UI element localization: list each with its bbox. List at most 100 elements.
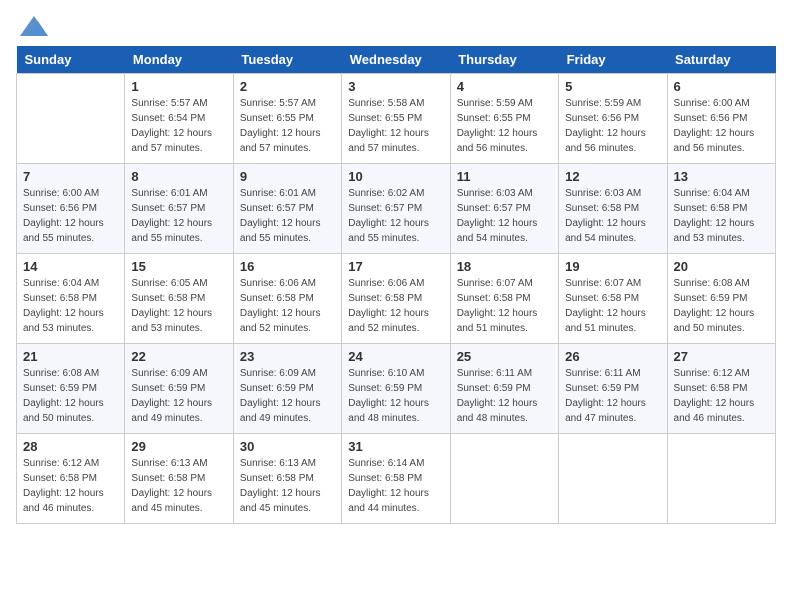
weekday-header-monday: Monday — [125, 46, 233, 74]
day-number: 6 — [674, 79, 769, 94]
day-info: Sunrise: 6:07 AM Sunset: 6:58 PM Dayligh… — [457, 276, 552, 336]
calendar-cell: 13 Sunrise: 6:04 AM Sunset: 6:58 PM Dayli… — [667, 164, 775, 254]
day-number: 25 — [457, 349, 552, 364]
day-info: Sunrise: 6:09 AM Sunset: 6:59 PM Dayligh… — [240, 366, 335, 426]
day-info: Sunrise: 5:57 AM Sunset: 6:55 PM Dayligh… — [240, 96, 335, 156]
day-info: Sunrise: 6:04 AM Sunset: 6:58 PM Dayligh… — [23, 276, 118, 336]
calendar-cell: 28 Sunrise: 6:12 AM Sunset: 6:58 PM Dayli… — [17, 434, 125, 524]
calendar-cell: 11 Sunrise: 6:03 AM Sunset: 6:57 PM Dayli… — [450, 164, 558, 254]
day-number: 16 — [240, 259, 335, 274]
calendar-cell: 30 Sunrise: 6:13 AM Sunset: 6:58 PM Dayli… — [233, 434, 341, 524]
day-info: Sunrise: 5:58 AM Sunset: 6:55 PM Dayligh… — [348, 96, 443, 156]
calendar-cell: 21 Sunrise: 6:08 AM Sunset: 6:59 PM Dayli… — [17, 344, 125, 434]
day-info: Sunrise: 6:01 AM Sunset: 6:57 PM Dayligh… — [131, 186, 226, 246]
day-number: 1 — [131, 79, 226, 94]
day-info: Sunrise: 6:14 AM Sunset: 6:58 PM Dayligh… — [348, 456, 443, 516]
day-info: Sunrise: 6:05 AM Sunset: 6:58 PM Dayligh… — [131, 276, 226, 336]
day-number: 5 — [565, 79, 660, 94]
week-row-5: 28 Sunrise: 6:12 AM Sunset: 6:58 PM Dayli… — [17, 434, 776, 524]
day-info: Sunrise: 6:08 AM Sunset: 6:59 PM Dayligh… — [23, 366, 118, 426]
day-number: 30 — [240, 439, 335, 454]
calendar-cell: 31 Sunrise: 6:14 AM Sunset: 6:58 PM Dayli… — [342, 434, 450, 524]
day-number: 29 — [131, 439, 226, 454]
day-number: 24 — [348, 349, 443, 364]
day-info: Sunrise: 6:00 AM Sunset: 6:56 PM Dayligh… — [23, 186, 118, 246]
week-row-2: 7 Sunrise: 6:00 AM Sunset: 6:56 PM Daylig… — [17, 164, 776, 254]
calendar-cell: 23 Sunrise: 6:09 AM Sunset: 6:59 PM Dayli… — [233, 344, 341, 434]
day-info: Sunrise: 6:11 AM Sunset: 6:59 PM Dayligh… — [457, 366, 552, 426]
day-info: Sunrise: 6:08 AM Sunset: 6:59 PM Dayligh… — [674, 276, 769, 336]
day-number: 14 — [23, 259, 118, 274]
calendar-cell: 15 Sunrise: 6:05 AM Sunset: 6:58 PM Dayli… — [125, 254, 233, 344]
day-info: Sunrise: 6:10 AM Sunset: 6:59 PM Dayligh… — [348, 366, 443, 426]
day-info: Sunrise: 5:59 AM Sunset: 6:56 PM Dayligh… — [565, 96, 660, 156]
calendar-cell: 18 Sunrise: 6:07 AM Sunset: 6:58 PM Dayli… — [450, 254, 558, 344]
weekday-header-thursday: Thursday — [450, 46, 558, 74]
day-number: 13 — [674, 169, 769, 184]
weekday-header-sunday: Sunday — [17, 46, 125, 74]
day-number: 28 — [23, 439, 118, 454]
calendar-cell: 25 Sunrise: 6:11 AM Sunset: 6:59 PM Dayli… — [450, 344, 558, 434]
day-number: 4 — [457, 79, 552, 94]
day-number: 31 — [348, 439, 443, 454]
calendar-cell: 9 Sunrise: 6:01 AM Sunset: 6:57 PM Daylig… — [233, 164, 341, 254]
weekday-header-wednesday: Wednesday — [342, 46, 450, 74]
weekday-header-tuesday: Tuesday — [233, 46, 341, 74]
page-header — [16, 16, 776, 36]
day-number: 15 — [131, 259, 226, 274]
day-number: 23 — [240, 349, 335, 364]
day-info: Sunrise: 6:07 AM Sunset: 6:58 PM Dayligh… — [565, 276, 660, 336]
day-number: 17 — [348, 259, 443, 274]
calendar-cell: 19 Sunrise: 6:07 AM Sunset: 6:58 PM Dayli… — [559, 254, 667, 344]
weekday-header-row: SundayMondayTuesdayWednesdayThursdayFrid… — [17, 46, 776, 74]
calendar-cell — [17, 74, 125, 164]
weekday-header-friday: Friday — [559, 46, 667, 74]
day-info: Sunrise: 6:11 AM Sunset: 6:59 PM Dayligh… — [565, 366, 660, 426]
day-number: 20 — [674, 259, 769, 274]
week-row-1: 1 Sunrise: 5:57 AM Sunset: 6:54 PM Daylig… — [17, 74, 776, 164]
calendar-cell: 10Sunrise: 6:02 AM Sunset: 6:57 PM Dayli… — [342, 164, 450, 254]
weekday-header-saturday: Saturday — [667, 46, 775, 74]
day-number: 27 — [674, 349, 769, 364]
day-info: Sunrise: 6:03 AM Sunset: 6:57 PM Dayligh… — [457, 186, 552, 246]
calendar-cell: 27 Sunrise: 6:12 AM Sunset: 6:58 PM Dayli… — [667, 344, 775, 434]
day-number: 7 — [23, 169, 118, 184]
day-number: 3 — [348, 79, 443, 94]
logo — [16, 16, 48, 36]
calendar-cell: 20 Sunrise: 6:08 AM Sunset: 6:59 PM Dayli… — [667, 254, 775, 344]
day-info: Sunrise: 6:04 AM Sunset: 6:58 PM Dayligh… — [674, 186, 769, 246]
day-info: Sunrise: 6:01 AM Sunset: 6:57 PM Dayligh… — [240, 186, 335, 246]
day-number: 11 — [457, 169, 552, 184]
calendar-cell: 12Sunrise: 6:03 AM Sunset: 6:58 PM Dayli… — [559, 164, 667, 254]
day-number: 9 — [240, 169, 335, 184]
calendar-cell: 4Sunrise: 5:59 AM Sunset: 6:55 PM Daylig… — [450, 74, 558, 164]
calendar-cell: 24 Sunrise: 6:10 AM Sunset: 6:59 PM Dayli… — [342, 344, 450, 434]
logo-icon — [20, 16, 48, 36]
calendar-cell: 17 Sunrise: 6:06 AM Sunset: 6:58 PM Dayli… — [342, 254, 450, 344]
day-info: Sunrise: 5:57 AM Sunset: 6:54 PM Dayligh… — [131, 96, 226, 156]
day-number: 2 — [240, 79, 335, 94]
calendar-cell — [559, 434, 667, 524]
calendar-cell: 16 Sunrise: 6:06 AM Sunset: 6:58 PM Dayli… — [233, 254, 341, 344]
week-row-4: 21 Sunrise: 6:08 AM Sunset: 6:59 PM Dayli… — [17, 344, 776, 434]
day-number: 26 — [565, 349, 660, 364]
calendar-cell: 5 Sunrise: 5:59 AM Sunset: 6:56 PM Daylig… — [559, 74, 667, 164]
day-info: Sunrise: 6:12 AM Sunset: 6:58 PM Dayligh… — [23, 456, 118, 516]
calendar-cell: 7 Sunrise: 6:00 AM Sunset: 6:56 PM Daylig… — [17, 164, 125, 254]
calendar-cell — [450, 434, 558, 524]
day-info: Sunrise: 6:12 AM Sunset: 6:58 PM Dayligh… — [674, 366, 769, 426]
day-info: Sunrise: 6:09 AM Sunset: 6:59 PM Dayligh… — [131, 366, 226, 426]
day-info: Sunrise: 6:03 AM Sunset: 6:58 PM Dayligh… — [565, 186, 660, 246]
day-number: 21 — [23, 349, 118, 364]
calendar-cell: 1 Sunrise: 5:57 AM Sunset: 6:54 PM Daylig… — [125, 74, 233, 164]
calendar-cell: 2 Sunrise: 5:57 AM Sunset: 6:55 PM Daylig… — [233, 74, 341, 164]
calendar-cell: 29 Sunrise: 6:13 AM Sunset: 6:58 PM Dayli… — [125, 434, 233, 524]
day-info: Sunrise: 6:13 AM Sunset: 6:58 PM Dayligh… — [240, 456, 335, 516]
day-info: Sunrise: 6:06 AM Sunset: 6:58 PM Dayligh… — [240, 276, 335, 336]
calendar-cell: 3 Sunrise: 5:58 AM Sunset: 6:55 PM Daylig… — [342, 74, 450, 164]
calendar-cell: 14 Sunrise: 6:04 AM Sunset: 6:58 PM Dayli… — [17, 254, 125, 344]
day-number: 18 — [457, 259, 552, 274]
day-info: Sunrise: 6:13 AM Sunset: 6:58 PM Dayligh… — [131, 456, 226, 516]
day-info: Sunrise: 6:06 AM Sunset: 6:58 PM Dayligh… — [348, 276, 443, 336]
day-number: 19 — [565, 259, 660, 274]
